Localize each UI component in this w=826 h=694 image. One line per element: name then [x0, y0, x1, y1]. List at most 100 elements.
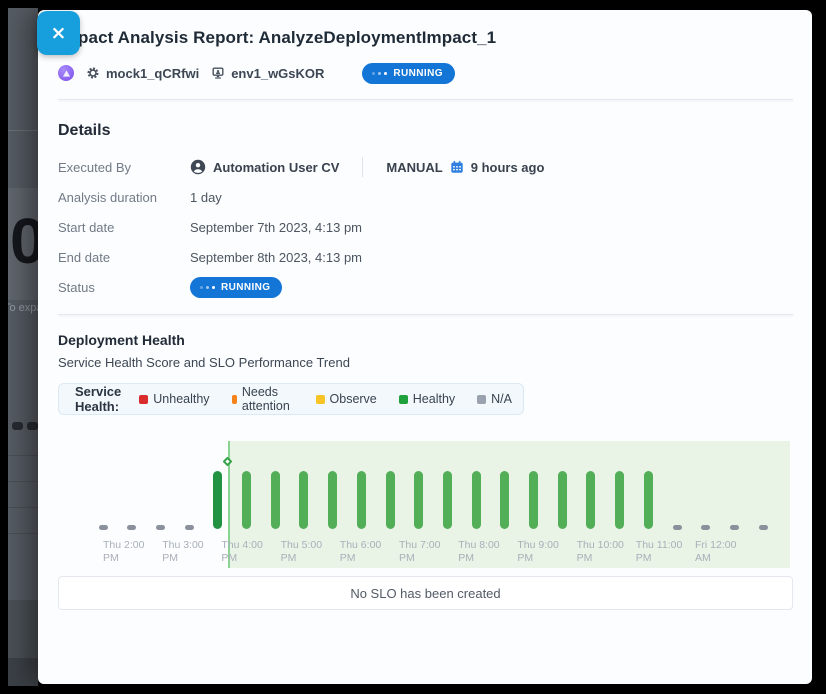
row-end-date: End date September 8th 2023, 4:13 pm: [58, 242, 793, 272]
health-bar-healthy: [529, 471, 538, 529]
x-axis-label: Thu 8:00PM: [458, 539, 499, 565]
deployment-health-subheading: Service Health Score and SLO Performance…: [58, 355, 793, 370]
meta-row: mock1_qCRfwi env1_wGsKOR RUNNING: [58, 62, 793, 84]
legend-item: Observe: [316, 385, 377, 413]
background-row-line: [8, 507, 38, 508]
health-bar-na: [185, 525, 194, 530]
x-axis-label: Thu 3:00PM: [162, 539, 203, 565]
section-divider: [58, 314, 793, 315]
trigger-type: MANUAL: [386, 160, 442, 175]
x-axis-label: Fri 12:00AM: [695, 539, 736, 565]
health-bar-healthy: [443, 471, 452, 529]
executed-time: 9 hours ago: [471, 160, 545, 175]
x-axis-label: Thu 5:00PM: [281, 539, 322, 565]
service-health-legend: Service Health: Unhealthy Needs attention…: [58, 383, 524, 415]
end-date-label: End date: [58, 250, 190, 265]
deployment-health-heading: Deployment Health: [58, 332, 793, 348]
duration-value: 1 day: [190, 190, 222, 205]
x-axis-label: Thu 7:00PM: [399, 539, 440, 565]
health-bar-na: [759, 525, 768, 530]
legend-item: N/A: [477, 385, 512, 413]
workspace-avatar[interactable]: [58, 65, 74, 81]
legend-label: Unhealthy: [153, 392, 209, 406]
mock-service-name: mock1_qCRfwi: [106, 66, 199, 81]
environment-icon: [211, 66, 225, 80]
impact-analysis-modal: Impact Analysis Report: AnalyzeDeploymen…: [38, 10, 812, 684]
background-partial-text: To expa: [8, 302, 38, 314]
legend-swatch: [139, 395, 148, 404]
x-axis-label: Thu 4:00PM: [221, 539, 262, 565]
health-bar-healthy: [213, 471, 222, 529]
health-chart: Thu 2:00PM Thu 3:00PM Thu 4:00PM Thu 5:00PM…: [58, 430, 793, 570]
details-rows: Executed By Automation User CV MANUAL: [58, 152, 793, 302]
background-metric-value: 0: [10, 200, 38, 283]
slo-empty-text: No SLO has been created: [350, 586, 500, 601]
row-start-date: Start date September 7th 2023, 4:13 pm: [58, 212, 793, 242]
health-bar-healthy: [500, 471, 509, 529]
details-heading: Details: [58, 122, 793, 140]
environment[interactable]: env1_wGsKOR: [211, 66, 324, 81]
health-bar-healthy: [558, 471, 567, 529]
legend-label: N/A: [491, 392, 512, 406]
loading-dot: [372, 72, 375, 75]
health-bar-na: [156, 525, 165, 530]
legend-title: Service Health:: [75, 384, 121, 414]
legend-label: Healthy: [413, 392, 455, 406]
legend-swatch: [477, 395, 486, 404]
executed-by-user: Automation User CV: [213, 160, 339, 175]
health-bar-healthy: [357, 471, 366, 529]
avatar-logo-icon: [62, 69, 71, 78]
health-bar-healthy: [414, 471, 423, 529]
background-icon-blob: [27, 422, 38, 430]
header-divider: [58, 99, 793, 100]
row-status: Status RUNNING: [58, 272, 793, 302]
background-row-line: [8, 455, 38, 456]
loading-dot: [212, 286, 215, 289]
health-bar-na: [673, 525, 682, 530]
status-badge-running: RUNNING: [362, 63, 454, 84]
legend-label: Needs attention: [242, 385, 294, 413]
health-bar-healthy: [328, 471, 337, 529]
background-row-line: [8, 481, 38, 482]
background-row-line: [8, 533, 38, 534]
mock-service[interactable]: mock1_qCRfwi: [86, 66, 199, 81]
health-bar-healthy: [271, 471, 280, 529]
x-axis-label: Thu 9:00PM: [517, 539, 558, 565]
health-bar-healthy: [472, 471, 481, 529]
legend-swatch: [316, 395, 325, 404]
legend-label: Observe: [330, 392, 377, 406]
status-label: Status: [58, 280, 190, 295]
x-axis-label: Thu 11:00PM: [636, 539, 683, 565]
loading-dot: [200, 286, 203, 289]
x-axis-label: Thu 10:00PM: [577, 539, 624, 565]
background-footer-band-dark: [8, 658, 38, 686]
status-badge-label: RUNNING: [393, 68, 442, 79]
gear-icon: [86, 66, 100, 80]
slo-empty-box: No SLO has been created: [58, 576, 793, 610]
close-button[interactable]: ×: [37, 11, 80, 55]
health-bar-na: [127, 525, 136, 530]
health-bar-na: [701, 525, 710, 530]
health-bar-healthy: [586, 471, 595, 529]
legend-item: Healthy: [399, 385, 455, 413]
background-divider: [8, 130, 38, 131]
start-date-value: September 7th 2023, 4:13 pm: [190, 220, 362, 235]
row-executed-by: Executed By Automation User CV MANUAL: [58, 152, 793, 182]
health-bar-healthy: [615, 471, 624, 529]
status-value-label: RUNNING: [221, 282, 270, 293]
dimmed-background-page: 0 To expa: [8, 8, 38, 686]
background-icon-blob: [12, 422, 23, 430]
health-bar-healthy: [644, 471, 653, 529]
legend-swatch: [399, 395, 408, 404]
value-separator: [362, 157, 363, 177]
legend-item: Unhealthy: [139, 385, 209, 413]
legend-swatch: [232, 395, 237, 404]
modal-title: Impact Analysis Report: AnalyzeDeploymen…: [58, 10, 793, 48]
x-axis-label: Thu 2:00PM: [103, 539, 144, 565]
x-axis-label: Thu 6:00PM: [340, 539, 381, 565]
end-date-value: September 8th 2023, 4:13 pm: [190, 250, 362, 265]
loading-dot: [206, 286, 209, 289]
health-bar-healthy: [242, 471, 251, 529]
status-value-badge: RUNNING: [190, 277, 282, 298]
legend-items: Unhealthy Needs attention Observe Healthy N/…: [139, 385, 512, 413]
